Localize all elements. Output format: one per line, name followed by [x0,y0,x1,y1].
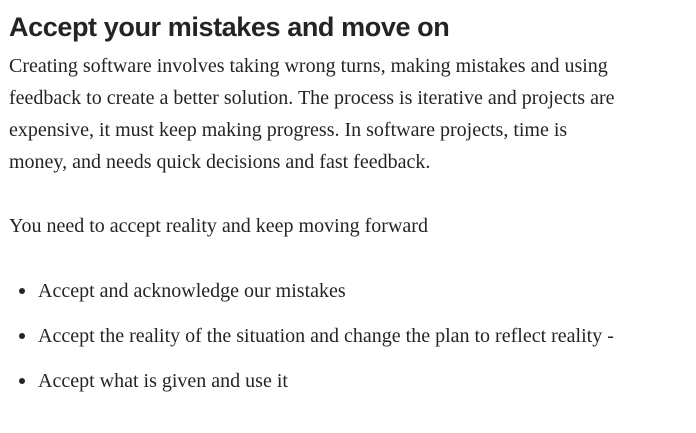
article-body: Accept your mistakes and move on Creatin… [9,0,693,411]
bullet-item: Accept what is given and use it [9,366,693,396]
bullet-dot-icon [19,288,25,294]
section-heading: Accept your mistakes and move on [9,12,450,42]
paragraph-line: expensive, it must keep making progress.… [9,119,568,141]
bullet-item: Accept and acknowledge our mistakes [9,276,693,306]
bullet-dot-icon [19,333,25,339]
bullet-text: Accept and acknowledge our mistakes [38,280,346,302]
bullet-text: Accept the reality of the situation and … [38,325,614,347]
paragraph-reality: You need to accept reality and keep movi… [9,215,428,237]
bullet-dot-icon [19,378,25,384]
bullet-item: Accept the reality of the situation and … [9,321,693,351]
bullet-text: Accept what is given and use it [38,370,288,392]
paragraph-line: Creating software involves taking wrong … [9,55,608,77]
paragraph-intro: Creating software involves taking wrong … [9,50,693,178]
paragraph-line: feedback to create a better solution. Th… [9,87,615,109]
paragraph-line: money, and needs quick decisions and fas… [9,151,431,173]
bullet-list: Accept and acknowledge our mistakes Acce… [9,276,693,396]
